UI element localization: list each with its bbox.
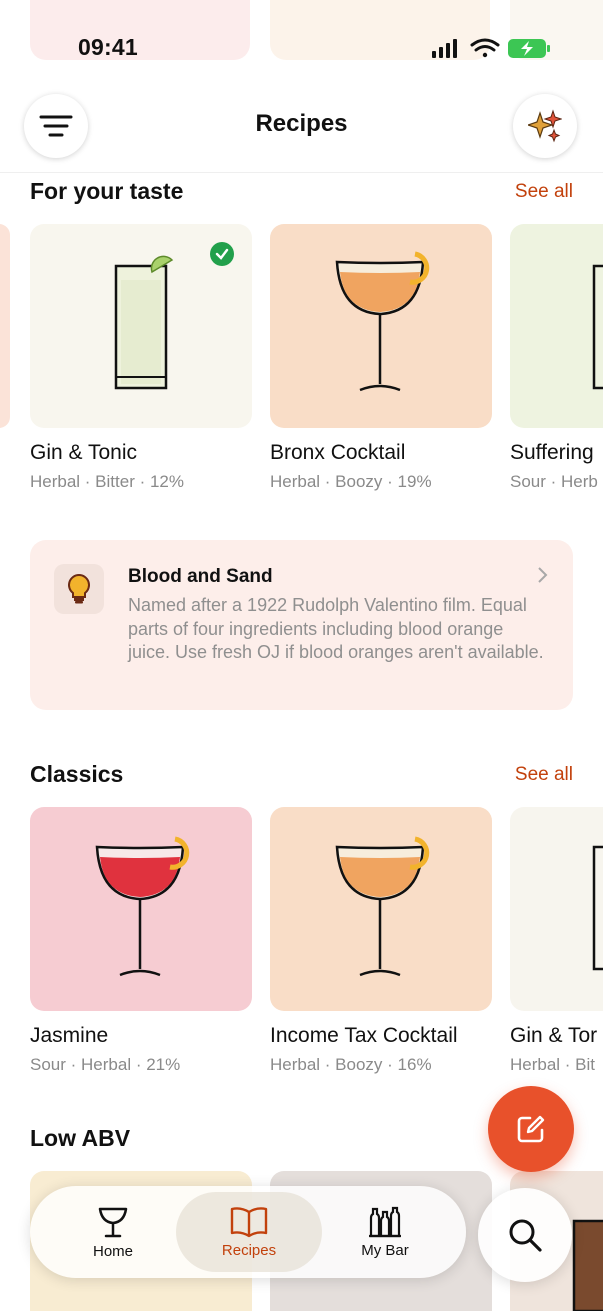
section-title-classics: Classics [30,761,124,787]
tab-my-bar[interactable]: My Bar [312,1192,458,1272]
card-tags: Herbal · Boozy · 19% [270,472,432,491]
card-tags: Sour · Herb [510,472,598,491]
wifi-icon [470,38,500,58]
sparkles-icon [528,109,562,143]
card-title: Income Tax Cocktail [270,1024,458,1047]
card-tags: Herbal · Bit [510,1055,596,1074]
card-title: Gin & Tor [510,1024,598,1047]
recipe-card-suffering[interactable] [510,224,603,428]
recipe-card-income-tax[interactable] [270,807,492,1011]
tab-label: Recipes [221,1241,277,1259]
tip-card[interactable]: Blood and Sand Named after a 1922 Rudolp… [30,540,573,710]
card-title: Bronx Cocktail [270,441,406,464]
see-all-classics[interactable]: See all [515,764,573,786]
status-icons [432,36,552,62]
selected-check-icon [210,242,234,266]
card-tags: Sour · Herbal · 21% [30,1055,181,1074]
coupe-glass-illustration [335,251,430,392]
coupe-glass-illustration [95,836,190,977]
header-divider [0,172,603,173]
search-button[interactable] [478,1188,572,1282]
card-tags: Herbal · Bitter · 12% [30,472,184,491]
recipe-card-gin-tonic-2[interactable] [510,807,603,1011]
recipe-card-jasmine[interactable] [30,807,252,1011]
card-tags: Herbal · Boozy · 16% [270,1055,432,1074]
tab-label: Home [92,1242,133,1260]
see-all-for-your-taste[interactable]: See all [515,181,573,203]
battery-icon [508,39,550,58]
coupe-glass-illustration [335,836,430,977]
lightbulb-icon [54,564,104,614]
recipe-card-gin-tonic[interactable] [30,224,252,428]
status-time: 09:41 [78,34,138,60]
open-book-icon [230,1206,268,1237]
tip-title: Blood and Sand [128,566,273,587]
tip-body: Named after a 1922 Rudolph Valentino fil… [128,595,544,662]
chevron-right-icon [536,566,548,589]
card-title: Gin & Tonic [30,441,137,464]
bottles-icon [369,1206,401,1237]
search-icon [509,1219,542,1252]
section-title-for-your-taste: For your taste [30,178,184,204]
ai-suggest-button[interactable] [513,94,577,158]
tab-recipes[interactable]: Recipes [176,1192,322,1272]
edit-icon [517,1115,545,1143]
card-partial-left[interactable] [0,224,10,428]
cocktail-glass-icon [98,1207,128,1237]
new-recipe-button[interactable] [488,1086,574,1172]
card-title: Suffering [510,441,594,464]
section-title-low-abv: Low ABV [30,1125,131,1151]
tab-bar: Home Recipes My Bar [30,1186,466,1278]
recipe-card-bronx-cocktail[interactable] [270,224,492,428]
tab-home[interactable]: Home [40,1192,186,1272]
tab-label: My Bar [361,1241,409,1259]
card-title: Jasmine [30,1024,109,1047]
signal-icon [432,39,457,58]
